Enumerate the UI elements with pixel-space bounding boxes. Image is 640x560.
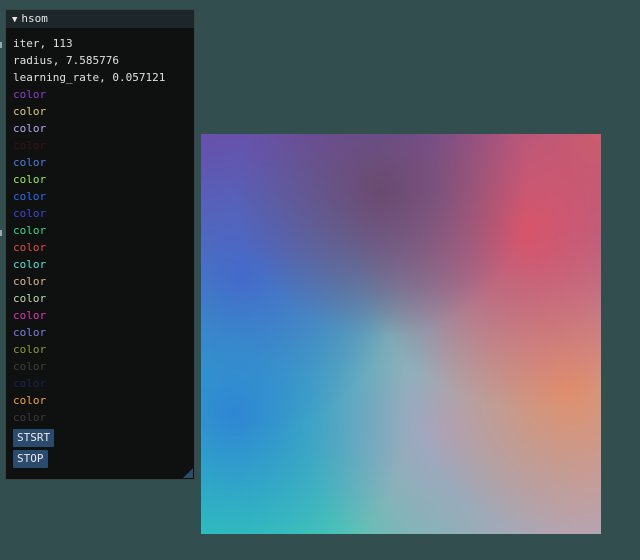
iter-text: iter, 113 (13, 37, 73, 50)
color-item[interactable]: color (13, 290, 194, 307)
color-item[interactable]: color (13, 324, 194, 341)
color-item[interactable]: color (13, 341, 194, 358)
color-item[interactable]: color (13, 375, 194, 392)
edge-tick (0, 42, 2, 48)
som-blobs (201, 134, 601, 534)
radius-text: radius, 7.585776 (13, 54, 119, 67)
som-map (201, 134, 601, 534)
color-item[interactable]: color (13, 358, 194, 375)
color-item[interactable]: color (13, 256, 194, 273)
color-item[interactable]: color (13, 103, 194, 120)
color-item[interactable]: color (13, 409, 194, 426)
color-item[interactable]: color (13, 188, 194, 205)
triangle-down-icon[interactable]: ▼ (12, 15, 17, 25)
hsom-window: ▼ hsom iter, 113 radius, 7.585776 learnin… (5, 9, 195, 480)
color-item[interactable]: color (13, 239, 194, 256)
color-item[interactable]: color (13, 86, 194, 103)
color-item[interactable]: color (13, 392, 194, 409)
edge-tick (0, 230, 2, 236)
color-item[interactable]: color (13, 154, 194, 171)
color-item[interactable]: color (13, 171, 194, 188)
color-item[interactable]: color (13, 273, 194, 290)
color-item[interactable]: color (13, 307, 194, 324)
stop-button[interactable]: STOP (13, 450, 48, 468)
color-item[interactable]: color (13, 120, 194, 137)
color-item[interactable]: color (13, 205, 194, 222)
color-item[interactable]: color (13, 137, 194, 154)
window-content: iter, 113 radius, 7.585776 learning_rate… (6, 28, 194, 468)
color-item[interactable]: color (13, 222, 194, 239)
resize-grip[interactable] (183, 468, 193, 478)
color-list: color color color color color color color color… (13, 86, 194, 426)
window-titlebar[interactable]: ▼ hsom (6, 10, 194, 28)
window-title: hsom (21, 12, 48, 25)
learning-rate-text: learning_rate, 0.057121 (13, 71, 166, 84)
start-button[interactable]: STSRT (13, 429, 55, 447)
